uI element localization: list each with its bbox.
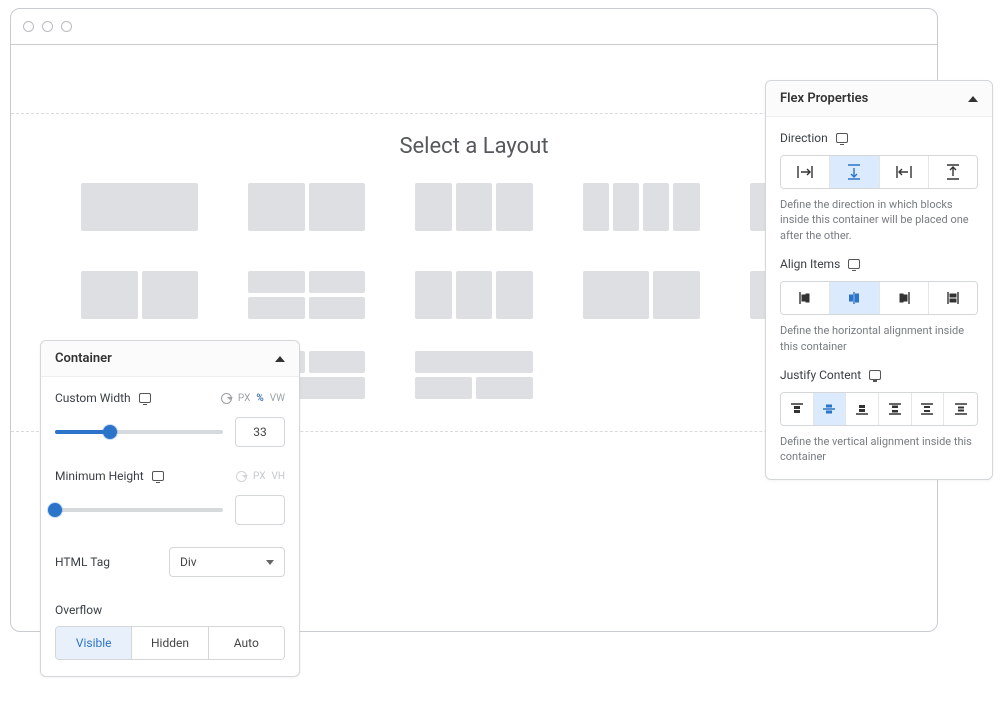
direction-group bbox=[780, 155, 978, 189]
flex-panel: Flex Properties Direction Define the dir… bbox=[765, 80, 993, 480]
justify-center-button[interactable] bbox=[814, 393, 847, 425]
align-center-button[interactable] bbox=[830, 282, 879, 314]
layout-bottom-split[interactable] bbox=[415, 351, 532, 399]
custom-width-input[interactable]: 33 bbox=[235, 417, 285, 447]
align-items-label-row: Align Items bbox=[780, 243, 978, 271]
html-tag-label: HTML Tag bbox=[55, 555, 110, 569]
justify-between-button[interactable] bbox=[879, 393, 912, 425]
align-items-label: Align Items bbox=[780, 257, 840, 271]
justify-evenly-button[interactable] bbox=[944, 393, 977, 425]
reset-icon[interactable] bbox=[221, 393, 232, 404]
chevron-up-icon bbox=[275, 356, 285, 362]
direction-column-reverse-button[interactable] bbox=[929, 156, 977, 188]
unit-pct[interactable]: % bbox=[256, 393, 263, 404]
min-height-input[interactable] bbox=[235, 495, 285, 525]
overflow-auto-button[interactable]: Auto bbox=[209, 627, 284, 659]
layout-2col[interactable] bbox=[248, 183, 365, 231]
container-panel: Container Custom Width PX % VW bbox=[40, 340, 300, 677]
control-custom-width: Custom Width PX % VW 33 bbox=[55, 391, 285, 447]
traffic-light-close[interactable] bbox=[23, 21, 34, 32]
control-html-tag: HTML Tag Div bbox=[55, 547, 285, 577]
overflow-hidden-button[interactable]: Hidden bbox=[132, 627, 208, 659]
chevron-up-icon bbox=[968, 96, 978, 102]
overflow-visible-button[interactable]: Visible bbox=[56, 627, 132, 659]
layout-1col[interactable] bbox=[81, 183, 198, 231]
min-height-slider[interactable] bbox=[55, 508, 223, 512]
direction-hint: Define the direction in which blocks ins… bbox=[780, 197, 978, 243]
direction-row-reverse-button[interactable] bbox=[880, 156, 929, 188]
custom-width-slider[interactable] bbox=[55, 430, 223, 434]
align-start-button[interactable] bbox=[781, 282, 830, 314]
align-stretch-button[interactable] bbox=[929, 282, 977, 314]
min-height-label: Minimum Height bbox=[55, 469, 144, 483]
unit-px[interactable]: PX bbox=[238, 393, 250, 404]
container-panel-title: Container bbox=[55, 351, 112, 366]
unit-vh[interactable]: VH bbox=[271, 471, 285, 482]
justify-start-button[interactable] bbox=[781, 393, 814, 425]
chevron-down-icon bbox=[266, 560, 274, 565]
direction-row-button[interactable] bbox=[781, 156, 830, 188]
justify-content-label-row: Justify Content bbox=[780, 354, 978, 382]
direction-label: Direction bbox=[780, 131, 828, 145]
justify-content-hint: Define the vertical alignment inside thi… bbox=[780, 434, 978, 465]
justify-content-label: Justify Content bbox=[780, 368, 861, 382]
layout-grid4[interactable] bbox=[248, 271, 365, 319]
layout-3col-2[interactable] bbox=[415, 271, 532, 319]
control-overflow: Overflow Visible Hidden Auto bbox=[55, 599, 285, 660]
overflow-label: Overflow bbox=[55, 603, 102, 617]
html-tag-value: Div bbox=[180, 555, 197, 569]
unit-px[interactable]: PX bbox=[253, 471, 265, 482]
layout-2col-2[interactable] bbox=[81, 271, 198, 319]
align-items-group bbox=[780, 281, 978, 315]
responsive-icon[interactable] bbox=[836, 133, 848, 143]
justify-end-button[interactable] bbox=[846, 393, 879, 425]
reset-icon[interactable] bbox=[236, 471, 247, 482]
flex-panel-title: Flex Properties bbox=[780, 91, 868, 106]
custom-width-label: Custom Width bbox=[55, 391, 131, 405]
responsive-icon[interactable] bbox=[152, 471, 164, 481]
align-end-button[interactable] bbox=[880, 282, 929, 314]
html-tag-select[interactable]: Div bbox=[169, 547, 285, 577]
traffic-light-maximize[interactable] bbox=[61, 21, 72, 32]
responsive-icon[interactable] bbox=[139, 393, 151, 403]
direction-label-row: Direction bbox=[780, 117, 978, 145]
justify-around-button[interactable] bbox=[912, 393, 945, 425]
responsive-icon[interactable] bbox=[869, 370, 881, 380]
flex-panel-header[interactable]: Flex Properties bbox=[766, 81, 992, 117]
browser-header bbox=[11, 9, 937, 45]
layout-4col[interactable] bbox=[583, 183, 700, 231]
control-min-height: Minimum Height PX VH bbox=[55, 469, 285, 525]
unit-vw[interactable]: VW bbox=[270, 393, 285, 404]
justify-content-group bbox=[780, 392, 978, 426]
layout-3col[interactable] bbox=[415, 183, 532, 231]
container-panel-header[interactable]: Container bbox=[41, 341, 299, 377]
responsive-icon[interactable] bbox=[848, 259, 860, 269]
align-items-hint: Define the horizontal alignment inside t… bbox=[780, 323, 978, 354]
direction-column-button[interactable] bbox=[830, 156, 879, 188]
layout-1-2[interactable] bbox=[583, 271, 700, 319]
traffic-light-minimize[interactable] bbox=[42, 21, 53, 32]
